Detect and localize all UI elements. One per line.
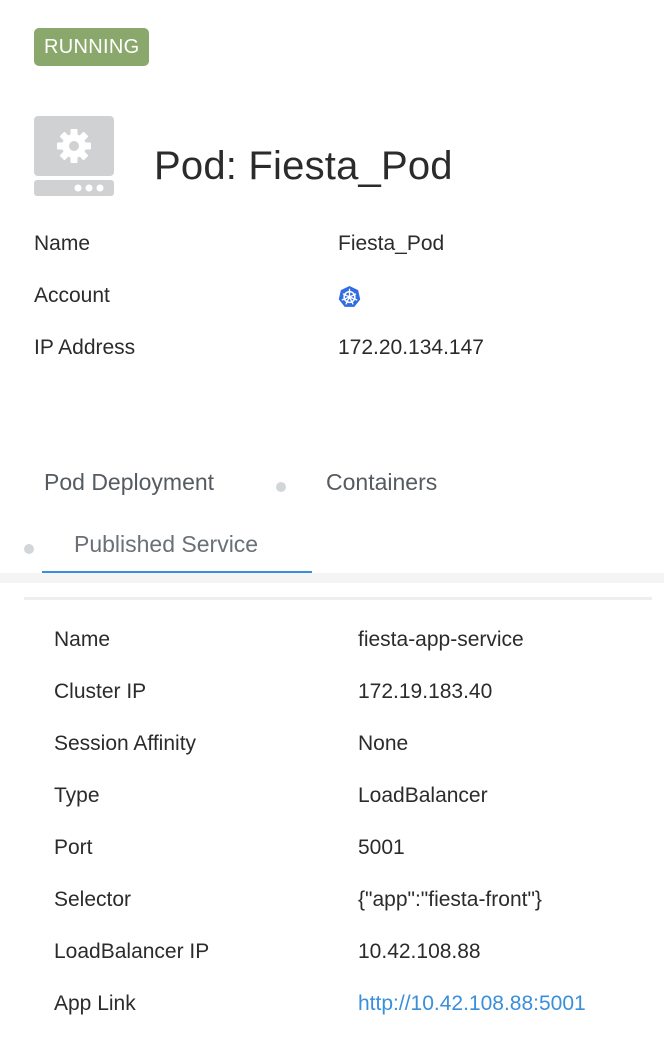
property-label: Name <box>34 232 91 255</box>
service-row-cluster-ip: Cluster IP 172.19.183.40 <box>54 670 654 722</box>
service-row-port: Port 5001 <box>54 826 654 878</box>
service-label: Type <box>54 784 100 807</box>
section-divider <box>0 573 664 583</box>
tab-containers[interactable]: Containers <box>326 469 437 496</box>
tab-separator-dot <box>276 482 286 492</box>
service-row-loadbalancer-ip: LoadBalancer IP 10.42.108.88 <box>54 930 654 982</box>
property-row-name: Name Fiesta_Pod <box>34 222 634 274</box>
service-row-name: Name fiesta-app-service <box>54 618 654 670</box>
service-label: Port <box>54 836 93 859</box>
app-link[interactable]: http://10.42.108.88:5001 <box>358 992 586 1016</box>
service-label: Selector <box>54 888 132 911</box>
property-row-ip-address: IP Address 172.20.134.147 <box>34 326 634 378</box>
service-value: 5001 <box>358 836 405 859</box>
service-row-app-link: App Link http://10.42.108.88:5001 <box>54 982 654 1034</box>
server-gear-icon <box>34 116 114 196</box>
tab-published-service[interactable]: Published Service <box>74 531 258 558</box>
service-value: {"app":"fiesta-front"} <box>358 888 542 911</box>
pod-properties: Name Fiesta_Pod Account IP Address 172.2… <box>34 222 634 378</box>
pod-header: Pod: Fiesta_Pod <box>34 116 634 196</box>
service-value: 172.19.183.40 <box>358 680 493 703</box>
property-row-account: Account <box>34 274 634 326</box>
property-value: Fiesta_Pod <box>338 232 445 255</box>
service-label: Name <box>54 628 111 651</box>
service-value: LoadBalancer <box>358 784 488 807</box>
page-title: Pod: Fiesta_Pod <box>154 144 453 188</box>
service-value: None <box>358 732 409 755</box>
service-label: Cluster IP <box>54 680 147 703</box>
detail-tabs: Pod Deployment Containers Published Serv… <box>0 456 664 578</box>
tab-pod-deployment[interactable]: Pod Deployment <box>44 469 214 496</box>
property-label: IP Address <box>34 336 136 359</box>
tab-separator-dot <box>24 544 34 554</box>
section-divider-line <box>24 597 652 600</box>
kubernetes-icon <box>338 285 361 308</box>
service-row-selector: Selector {"app":"fiesta-front"} <box>54 878 654 930</box>
service-row-type: Type LoadBalancer <box>54 774 654 826</box>
service-value: 10.42.108.88 <box>358 940 481 963</box>
status-badge: RUNNING <box>34 28 150 66</box>
service-label: LoadBalancer IP <box>54 940 210 963</box>
service-row-session-affinity: Session Affinity None <box>54 722 654 774</box>
property-label: Account <box>34 284 110 307</box>
service-value: fiesta-app-service <box>358 628 524 651</box>
property-value: 172.20.134.147 <box>338 336 484 359</box>
service-label: App Link <box>54 992 136 1015</box>
published-service-details: Name fiesta-app-service Cluster IP 172.1… <box>54 618 654 1034</box>
service-label: Session Affinity <box>54 732 197 755</box>
